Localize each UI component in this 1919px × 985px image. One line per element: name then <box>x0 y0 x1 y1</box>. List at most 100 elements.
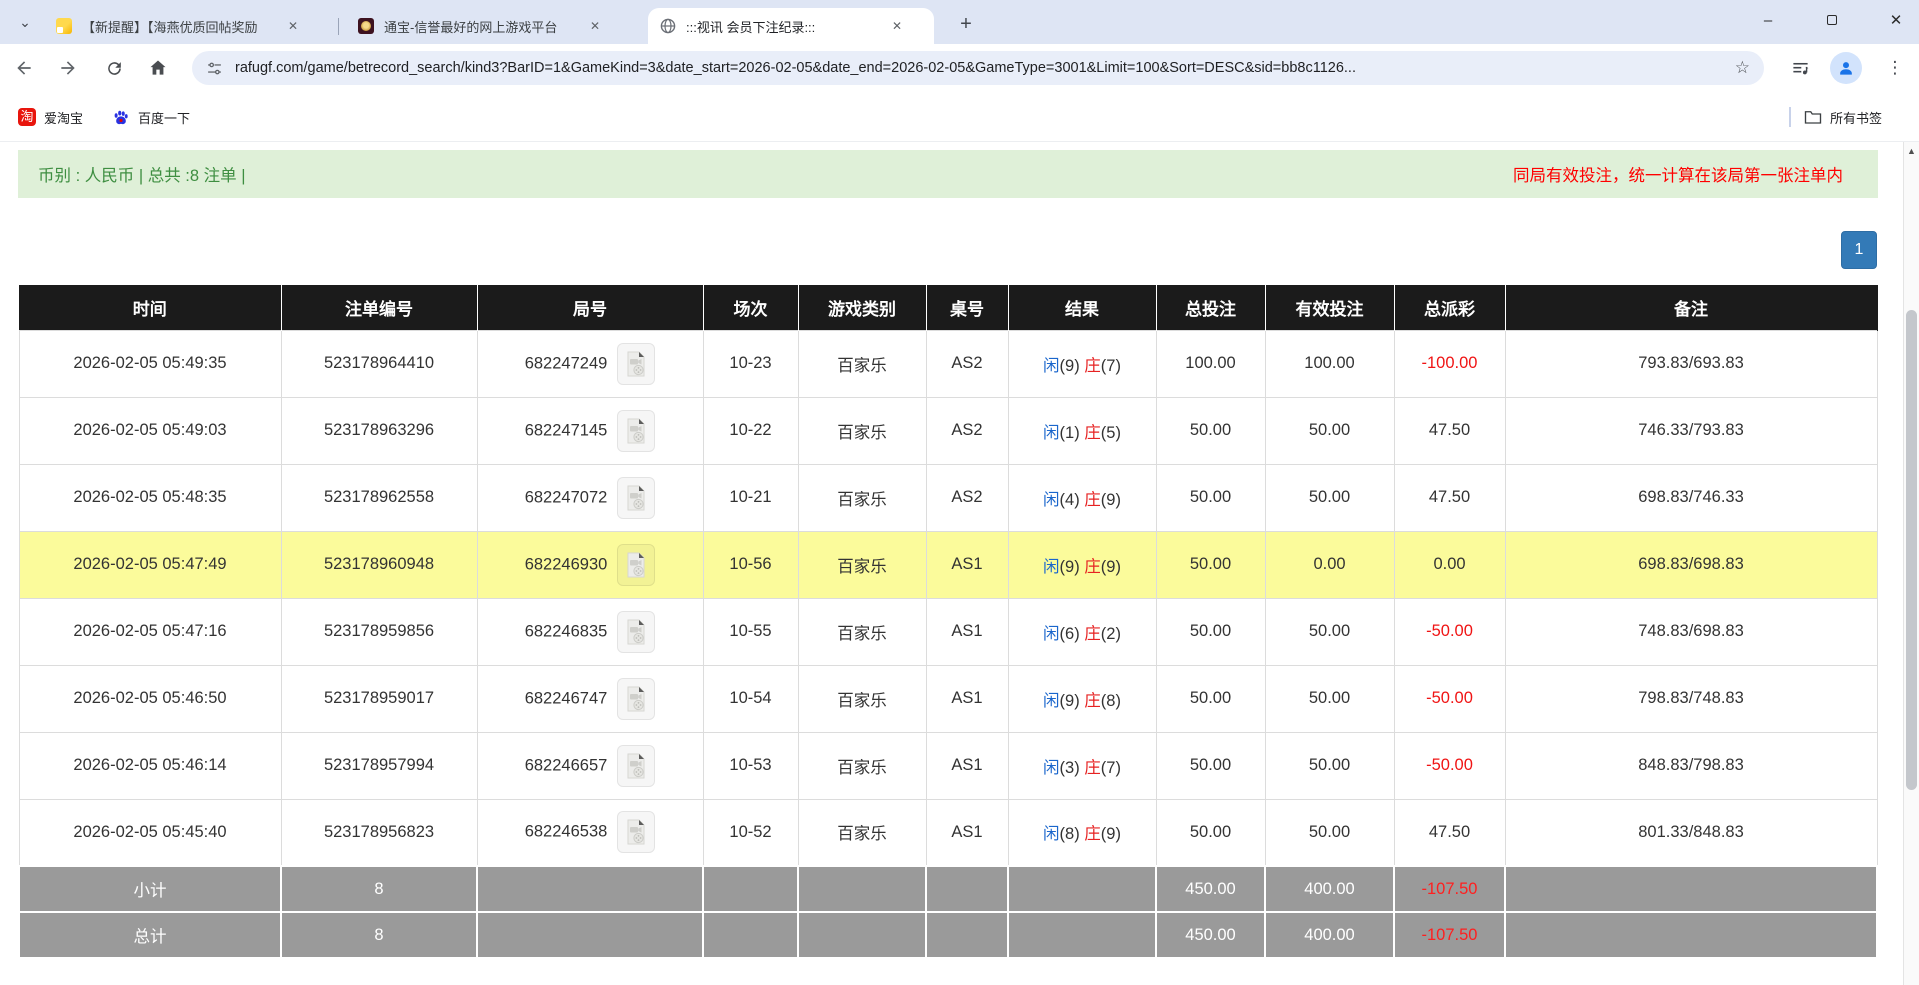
tab1-close-icon[interactable]: ✕ <box>284 17 302 35</box>
cell-session: 10-21 <box>702 463 799 532</box>
video-replay-button[interactable] <box>617 409 656 452</box>
cell-session: 10-55 <box>702 597 799 666</box>
cell-game-type: 百家乐 <box>797 463 927 532</box>
maximize-icon <box>1827 15 1837 25</box>
media-control-icon[interactable] <box>1784 52 1816 84</box>
tab1-title: 【新提醒】【海燕优质回帖奖励 <box>82 19 258 35</box>
tab2-close-icon[interactable]: ✕ <box>586 17 604 35</box>
video-replay-button[interactable] <box>617 677 656 720</box>
summary-valid-bet: 400.00 <box>1264 865 1395 913</box>
cell-valid-bet: 50.00 <box>1264 597 1395 666</box>
browser-tab-2[interactable]: 通宝-信誉最好的网上游戏平台 ✕ <box>346 8 634 44</box>
cell-result: 闲(1) 庄(5) <box>1007 396 1157 465</box>
summary-row: 小计 8 450.00 400.00 -107.50 <box>18 865 1878 913</box>
cell-session: 10-54 <box>702 664 799 733</box>
bookmark-taobao[interactable]: 淘 爱淘宝 <box>12 103 89 131</box>
cell-session: 10-22 <box>702 396 799 465</box>
cell-total-bet: 50.00 <box>1155 731 1266 800</box>
page-1-button[interactable]: 1 <box>1841 231 1877 269</box>
cell-result: 闲(3) 庄(7) <box>1007 731 1157 800</box>
bookmark-star-icon[interactable]: ☆ <box>1735 58 1750 78</box>
header-valid-bet: 有效投注 <box>1265 285 1395 330</box>
forward-icon[interactable] <box>52 52 84 84</box>
cell-table-no: AS1 <box>925 597 1009 666</box>
summary-banner: 币别 : 人民币 | 总共 :8 注单 | 同局有效投注，统一计算在该局第一张注… <box>18 150 1878 198</box>
scrollbar-thumb[interactable] <box>1906 310 1917 790</box>
browser-tab-1[interactable]: 【新提醒】【海燕优质回帖奖励 ✕ <box>44 8 334 44</box>
summary-total-bet: 450.00 <box>1155 865 1266 913</box>
cell-total-bet: 100.00 <box>1155 329 1266 398</box>
cell-valid-bet: 100.00 <box>1264 329 1395 398</box>
url-text[interactable]: rafugf.com/game/betrecord_search/kind3?B… <box>235 60 1721 76</box>
header-table-no: 桌号 <box>926 285 1009 330</box>
cell-remark: 746.33/793.83 <box>1504 396 1878 465</box>
bookmarks-divider <box>1789 107 1791 127</box>
bet-records-table: 时间 注单编号 局号 场次 游戏类别 桌号 结果 总投注 有效投注 总派彩 备注… <box>18 285 1878 959</box>
video-replay-button[interactable] <box>617 543 656 586</box>
cell-table-no: AS2 <box>925 329 1009 398</box>
cell-result: 闲(9) 庄(8) <box>1007 664 1157 733</box>
cell-valid-bet: 0.00 <box>1264 530 1395 599</box>
profile-avatar[interactable] <box>1830 52 1862 84</box>
cell-bet-id: 523178964410 <box>280 329 478 398</box>
back-icon[interactable] <box>8 52 40 84</box>
globe-icon <box>660 18 676 34</box>
header-payout: 总派彩 <box>1394 285 1506 330</box>
cell-total-bet: 50.00 <box>1155 396 1266 465</box>
cell-table-no: AS1 <box>925 530 1009 599</box>
new-tab-button[interactable]: + <box>952 11 980 39</box>
bookmark-baidu[interactable]: 百度一下 <box>106 103 196 131</box>
cell-bet-id: 523178959017 <box>280 664 478 733</box>
summary-row: 总计 8 450.00 400.00 -107.50 <box>18 911 1878 959</box>
cell-total-bet: 50.00 <box>1155 530 1266 599</box>
cell-payout: -100.00 <box>1393 329 1506 398</box>
cell-round-id: 682247072 <box>476 463 704 532</box>
cell-time: 2026-02-05 05:45:40 <box>18 798 282 867</box>
bookmark-baidu-label: 百度一下 <box>138 110 191 126</box>
window-maximize-button[interactable] <box>1816 6 1848 36</box>
browser-menu-icon[interactable]: ⋮ <box>1880 52 1910 84</box>
cell-round-id: 682246538 <box>476 798 704 867</box>
summary-payout: -107.50 <box>1393 865 1506 913</box>
tab-search-chevron-icon[interactable]: ⌄ <box>14 12 36 34</box>
cell-time: 2026-02-05 05:46:50 <box>18 664 282 733</box>
folder-icon <box>1804 111 1822 124</box>
browser-tab-3-active[interactable]: :::视讯 会员下注纪录::: ✕ <box>648 8 934 44</box>
scroll-up-icon[interactable]: ▲ <box>1904 146 1919 156</box>
table-row: 2026-02-05 05:46:50 523178959017 6822467… <box>18 664 1878 733</box>
tab-strip: ⌄ 【新提醒】【海燕优质回帖奖励 ✕ 通宝-信誉最好的网上游戏平台 ✕ :::视… <box>0 0 1919 44</box>
cell-game-type: 百家乐 <box>797 597 927 666</box>
table-header-row: 时间 注单编号 局号 场次 游戏类别 桌号 结果 总投注 有效投注 总派彩 备注 <box>19 285 1878 330</box>
page-content: 币别 : 人民币 | 总共 :8 注单 | 同局有效投注，统一计算在该局第一张注… <box>0 142 1903 985</box>
header-round-id: 局号 <box>477 285 704 330</box>
cell-result: 闲(6) 庄(2) <box>1007 597 1157 666</box>
cell-game-type: 百家乐 <box>797 798 927 867</box>
table-row: 2026-02-05 05:49:35 523178964410 6822472… <box>18 329 1878 398</box>
header-session: 场次 <box>703 285 799 330</box>
summary-total-bet: 450.00 <box>1155 911 1266 959</box>
vertical-scrollbar[interactable]: ▲ <box>1903 142 1919 985</box>
video-replay-button[interactable] <box>617 744 656 787</box>
video-replay-button[interactable] <box>617 342 656 385</box>
window-close-button[interactable]: ✕ <box>1880 6 1912 36</box>
reload-icon[interactable] <box>98 52 130 84</box>
tab3-close-icon[interactable]: ✕ <box>888 17 906 35</box>
header-total-bet: 总投注 <box>1156 285 1266 330</box>
cell-game-type: 百家乐 <box>797 664 927 733</box>
all-bookmarks-button[interactable]: 所有书签 <box>1804 103 1882 131</box>
cell-total-bet: 50.00 <box>1155 664 1266 733</box>
cell-payout: 47.50 <box>1393 463 1506 532</box>
video-replay-button[interactable] <box>617 811 656 854</box>
currency-summary: 币别 : 人民币 | 总共 :8 注单 | <box>38 167 246 185</box>
home-icon[interactable] <box>142 52 174 84</box>
video-replay-button[interactable] <box>617 476 656 519</box>
video-replay-button[interactable] <box>617 610 656 653</box>
address-bar[interactable]: rafugf.com/game/betrecord_search/kind3?B… <box>192 51 1764 85</box>
cell-session: 10-56 <box>702 530 799 599</box>
cell-round-id: 682247145 <box>476 396 704 465</box>
cell-session: 10-53 <box>702 731 799 800</box>
cell-table-no: AS1 <box>925 798 1009 867</box>
cell-bet-id: 523178956823 <box>280 798 478 867</box>
site-info-tune-icon[interactable] <box>206 60 223 77</box>
window-minimize-button[interactable]: – <box>1752 6 1784 36</box>
